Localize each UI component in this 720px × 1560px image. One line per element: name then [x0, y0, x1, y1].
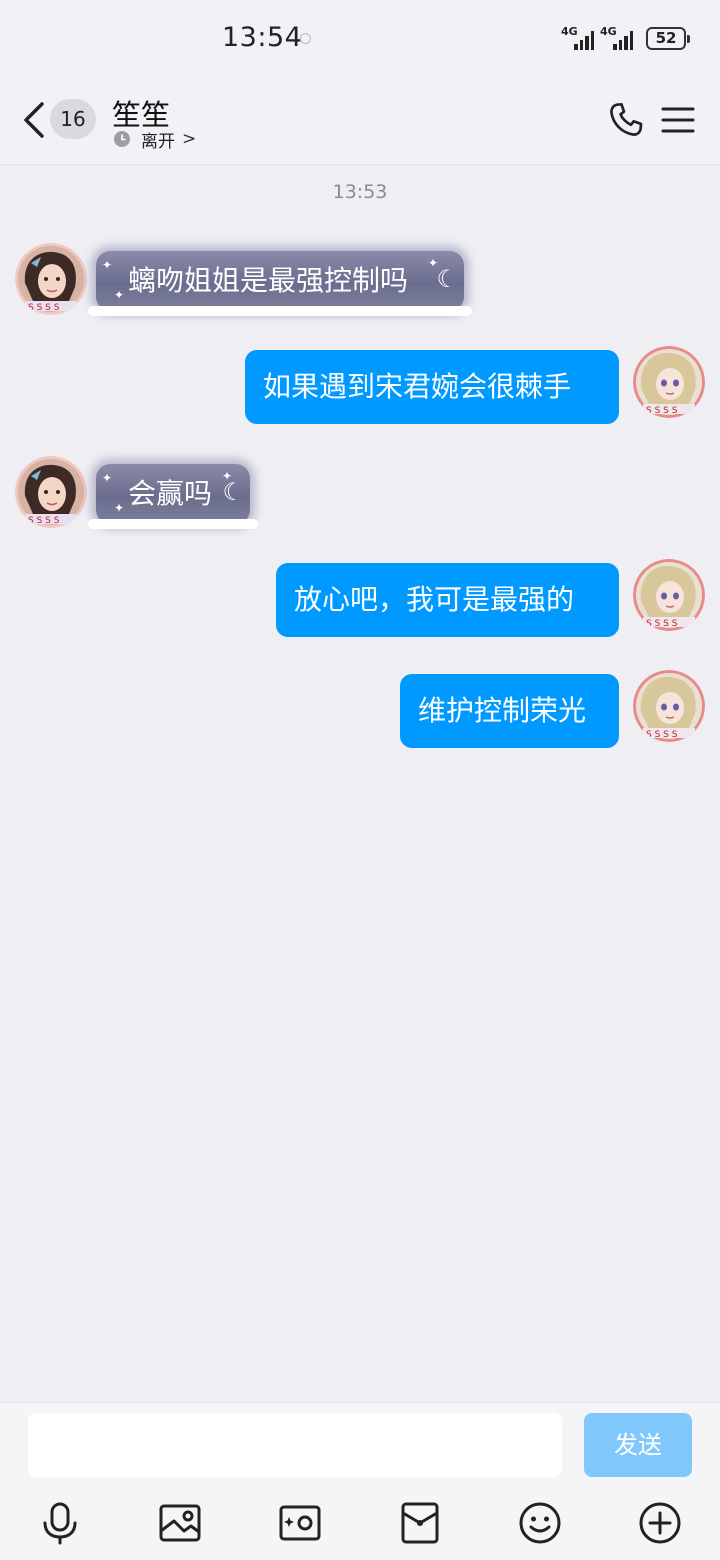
message-text: 如果遇到宋君婉会很棘手 — [263, 370, 572, 403]
sparkle-icon: ✦ — [114, 501, 125, 515]
phone-icon — [610, 103, 643, 136]
sparkle-icon: ✦ — [114, 288, 125, 302]
emoji-icon — [519, 1502, 561, 1544]
plus-icon — [639, 1502, 681, 1544]
voice-input-button[interactable] — [38, 1501, 82, 1545]
emoji-button[interactable] — [518, 1501, 562, 1545]
message-text: 放心吧，我可是最强的 — [294, 583, 575, 616]
presence-status[interactable]: 离开 > — [114, 128, 197, 152]
sync-icon — [300, 33, 311, 44]
avatar-image: S S S S — [633, 346, 705, 418]
message-text: 会赢吗 — [128, 477, 213, 510]
unread-count-badge[interactable]: 16 — [50, 99, 96, 139]
camera-button[interactable] — [278, 1501, 322, 1545]
message-text: 螭吻姐姐是最强控制吗 — [128, 264, 409, 297]
message-bubble-incoming[interactable]: 会赢吗 ✦ ✦ ✦ ☾ — [88, 464, 258, 529]
presence-label: 离开 — [141, 131, 175, 152]
svg-text:S S S S: S S S S — [28, 303, 60, 313]
send-button[interactable]: 发送 — [584, 1413, 692, 1477]
avatar-image: S S S S — [15, 243, 87, 315]
image-icon — [159, 1504, 201, 1542]
avatar-image: S S S S — [633, 670, 705, 742]
cloud-decoration — [88, 519, 258, 529]
sparkle-icon: ✦ — [102, 471, 113, 485]
camera-icon — [279, 1505, 321, 1541]
svg-text:S S S S: S S S S — [28, 516, 60, 526]
more-button[interactable] — [638, 1501, 682, 1545]
message-text: 维护控制荣光 — [418, 694, 587, 727]
red-packet-button[interactable] — [398, 1501, 442, 1545]
svg-text:S S S S: S S S S — [646, 619, 678, 629]
message-input[interactable] — [28, 1413, 562, 1477]
message-bubble-outgoing[interactable]: 放心吧，我可是最强的 — [276, 563, 619, 637]
message-bubble-outgoing[interactable]: 维护控制荣光 — [400, 674, 619, 748]
svg-text:S S S S: S S S S — [646, 406, 678, 416]
menu-icon — [661, 107, 695, 133]
message-bubble-outgoing[interactable]: 如果遇到宋君婉会很棘手 — [245, 350, 619, 424]
status-time: 13:54 — [222, 22, 303, 53]
chevron-right-icon: > — [182, 129, 197, 149]
chevron-left-icon — [24, 102, 44, 138]
battery-icon: 52 — [646, 27, 690, 50]
avatar-image: S S S S — [633, 559, 705, 631]
voice-call-button[interactable] — [606, 100, 646, 140]
chat-header: 16 笙笙 离开 > — [0, 80, 720, 165]
red-packet-icon — [401, 1502, 439, 1544]
composer-bar: 发送 — [0, 1402, 720, 1560]
my-avatar[interactable]: S S S S — [633, 559, 705, 631]
status-bar: 13:54 4G 4G 52 — [0, 0, 720, 80]
avatar-image: S S S S — [15, 456, 87, 528]
menu-button[interactable] — [660, 102, 696, 138]
sparkle-icon: ✦ — [102, 258, 113, 272]
microphone-icon — [43, 1502, 77, 1545]
message-timestamp: 13:53 — [332, 181, 388, 203]
svg-text:S S S S: S S S S — [646, 730, 678, 740]
contact-avatar[interactable]: S S S S — [15, 243, 87, 315]
moon-icon: ☾ — [222, 478, 244, 506]
my-avatar[interactable]: S S S S — [633, 346, 705, 418]
contact-avatar[interactable]: S S S S — [15, 456, 87, 528]
my-avatar[interactable]: S S S S — [633, 670, 705, 742]
moon-icon: ☾ — [436, 265, 458, 293]
message-bubble-incoming[interactable]: 螭吻姐姐是最强控制吗 ✦ ✦ ✦ ☾ — [88, 251, 472, 316]
clock-icon — [114, 131, 130, 147]
back-button[interactable] — [20, 100, 50, 140]
cloud-decoration — [88, 306, 472, 316]
image-button[interactable] — [158, 1501, 202, 1545]
